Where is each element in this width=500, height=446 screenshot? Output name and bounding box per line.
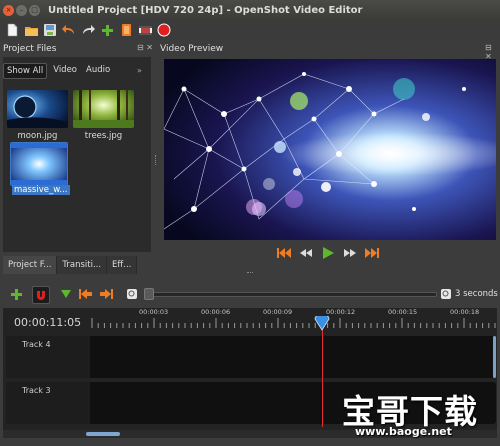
zoom-slider-handle[interactable]: [144, 288, 154, 300]
rewind-icon[interactable]: [298, 246, 314, 260]
window-title: Untitled Project [HDV 720 24p] - OpenSho…: [48, 4, 363, 16]
play-icon[interactable]: [320, 246, 336, 260]
import-files-icon[interactable]: [99, 22, 115, 38]
track-name: Track 4: [22, 340, 51, 349]
ruler-label: 00:00:09: [263, 308, 293, 316]
horizontal-splitter-handle[interactable]: [247, 272, 253, 275]
jump-start-icon[interactable]: [276, 246, 292, 260]
tab-effects[interactable]: Eff...: [107, 256, 138, 274]
project-files-title: Project Files: [3, 44, 57, 54]
filter-overflow-icon[interactable]: »: [137, 66, 142, 75]
track-row[interactable]: Track 4: [6, 336, 496, 378]
zoom-in-icon[interactable]: [438, 286, 454, 302]
choose-profile-icon[interactable]: [118, 22, 134, 38]
file-thumbnail-moon[interactable]: [7, 90, 68, 128]
fullscreen-icon[interactable]: [137, 22, 153, 38]
zoom-icon[interactable]: [124, 286, 140, 302]
left-dock-tabs: Project F... Transiti... Eff...: [3, 256, 138, 274]
playhead-line: [322, 329, 323, 427]
ruler-label: 00:00:03: [139, 308, 169, 316]
ruler-label: 00:00:06: [201, 308, 231, 316]
file-name-trees: trees.jpg: [84, 131, 123, 141]
file-name-massive-warp: massive_w...: [12, 185, 70, 195]
fast-forward-icon[interactable]: [342, 246, 358, 260]
new-file-icon[interactable]: [4, 22, 20, 38]
next-marker-icon[interactable]: [98, 286, 114, 302]
add-track-icon[interactable]: [8, 286, 24, 302]
window-titlebar: × – □ Untitled Project [HDV 720 24p] - O…: [0, 0, 500, 20]
file-thumbnail-massive-warp[interactable]: [10, 142, 68, 186]
filter-video-button[interactable]: Video: [50, 63, 80, 79]
save-icon[interactable]: [42, 22, 58, 38]
timeline-scroll-thumb[interactable]: [86, 432, 120, 436]
current-timecode: 00:00:11:05: [14, 316, 82, 329]
track-name: Track 3: [22, 386, 51, 395]
video-preview-title: Video Preview: [160, 44, 224, 54]
video-preview-frame: [164, 59, 496, 240]
previous-marker-icon[interactable]: [77, 286, 93, 302]
file-name-moon: moon.jpg: [17, 131, 58, 141]
zoom-slider-track[interactable]: [145, 292, 437, 297]
playback-controls: [276, 246, 380, 260]
tab-project-files[interactable]: Project F...: [3, 256, 58, 274]
open-folder-icon[interactable]: [23, 22, 39, 38]
ruler-label: 00:00:18: [450, 308, 480, 316]
file-filter-bar: Show All Video Audio: [3, 63, 113, 79]
project-files-dock-controls[interactable]: ⊟ ✕: [137, 43, 153, 52]
filter-show-all-button[interactable]: Show All: [3, 63, 48, 79]
redo-icon[interactable]: [80, 22, 96, 38]
file-thumbnail-trees[interactable]: [73, 90, 134, 128]
watermark-url: www.baoge.net: [355, 425, 452, 438]
vertical-splitter-handle[interactable]: [155, 155, 158, 165]
jump-end-icon[interactable]: [364, 246, 380, 260]
timeline-ruler[interactable]: 00:00:03 00:00:06 00:00:09 00:00:12 00:0…: [89, 308, 496, 332]
main-toolbar: [0, 20, 500, 40]
close-window-button[interactable]: ×: [3, 4, 14, 16]
zoom-level-label: 3 seconds: [455, 289, 498, 299]
add-marker-icon[interactable]: [58, 286, 74, 302]
export-video-icon[interactable]: [156, 22, 172, 38]
playhead-handle-icon[interactable]: [314, 316, 330, 332]
undo-icon[interactable]: [61, 22, 77, 38]
ruler-label: 00:00:12: [326, 308, 356, 316]
maximize-window-button[interactable]: □: [29, 4, 40, 16]
tab-transitions[interactable]: Transiti...: [57, 256, 108, 274]
track-resize-edge[interactable]: [493, 336, 496, 378]
minimize-window-button[interactable]: –: [16, 4, 27, 16]
ruler-label: 00:00:15: [388, 308, 418, 316]
filter-audio-button[interactable]: Audio: [83, 63, 113, 79]
snapping-toggle-icon[interactable]: [32, 286, 50, 304]
